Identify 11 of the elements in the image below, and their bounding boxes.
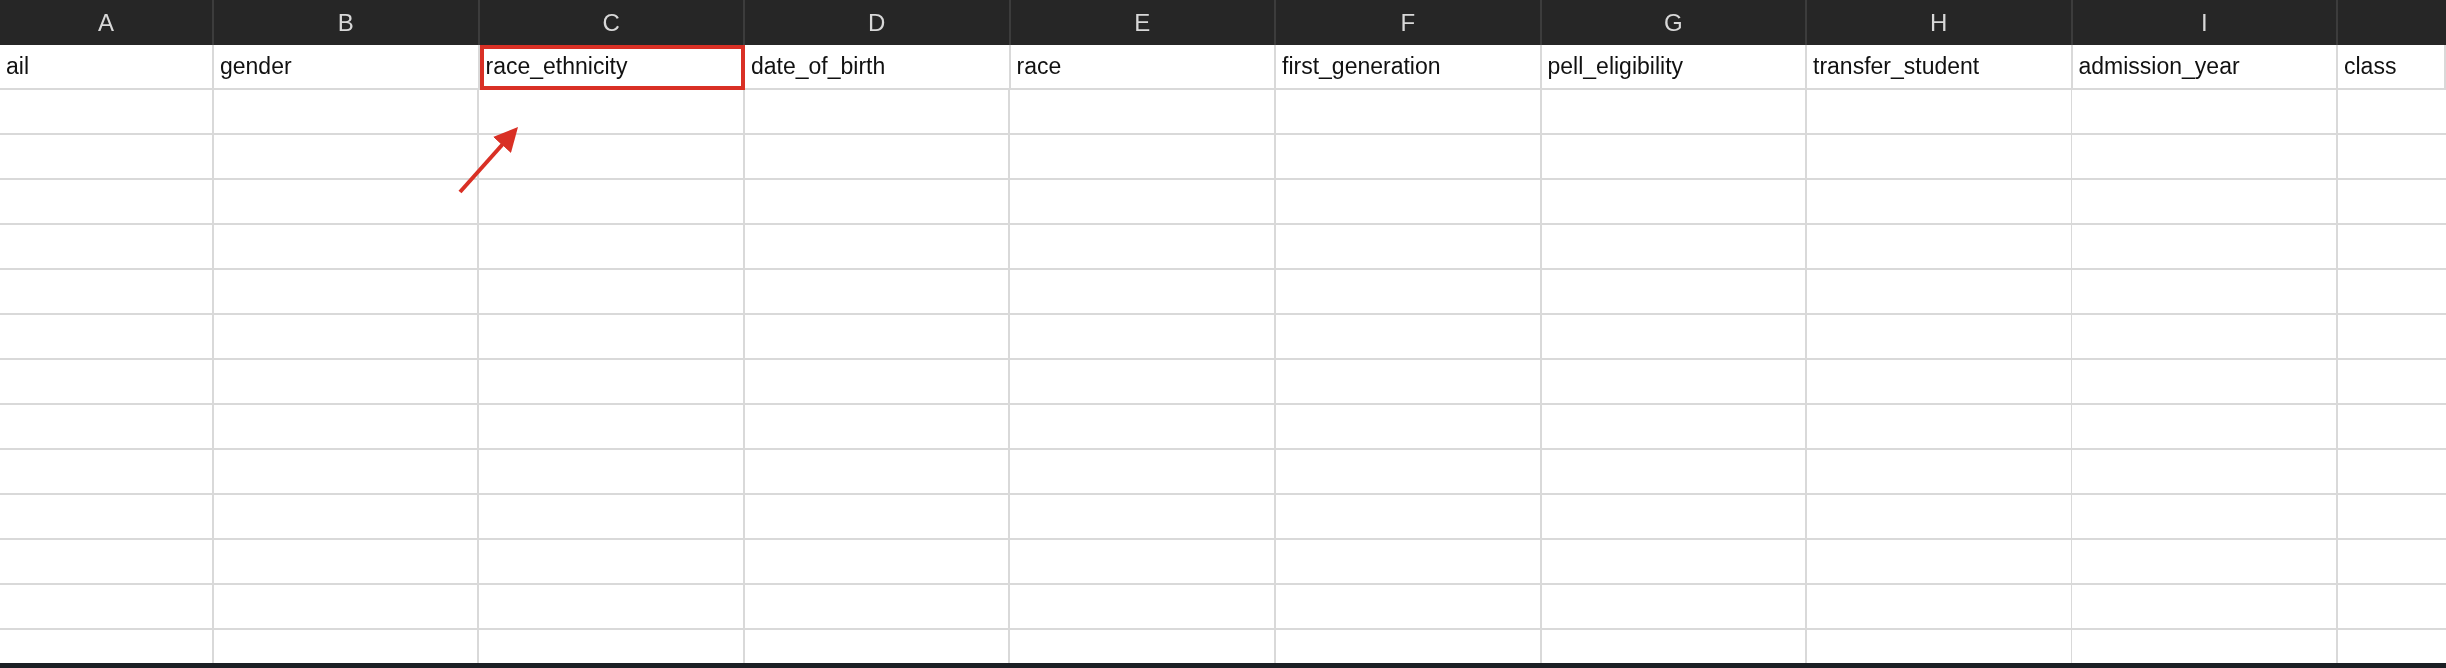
table-cell: ail [0, 45, 214, 90]
table-cell: first_generation [1276, 45, 1542, 90]
table-cell: gender [214, 45, 480, 90]
arrow [458, 127, 518, 194]
table-cell: race_ethnicity [479, 45, 745, 90]
table-cell: pell_eligibility [1541, 45, 1807, 90]
table-cell: admission_year [2072, 45, 2338, 90]
table-cell: date_of_birth [745, 45, 1011, 90]
table-cell: class [2338, 45, 2446, 90]
table-cell: transfer_student [1807, 45, 2073, 90]
table-cell: race [1010, 45, 1276, 90]
